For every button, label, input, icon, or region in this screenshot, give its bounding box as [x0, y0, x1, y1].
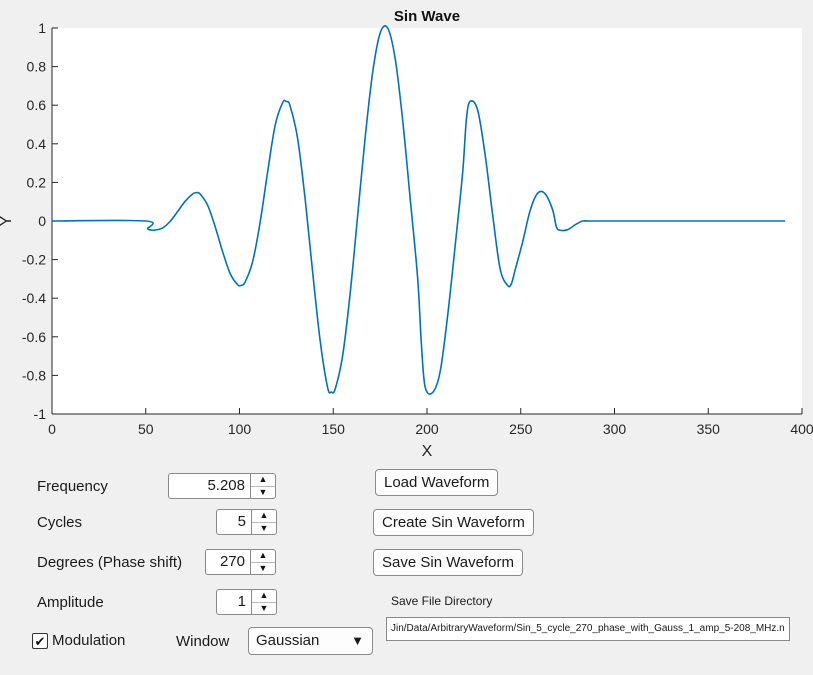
x-tick-label: 0 — [48, 421, 56, 437]
y-tick-label: -1 — [34, 406, 47, 422]
window-selected-value: Gaussian — [256, 632, 320, 649]
y-axis-label: Y — [0, 215, 15, 226]
frequency-label: Frequency — [37, 478, 108, 495]
spinner-up-icon[interactable]: ▲ — [251, 474, 275, 487]
cycles-label: Cycles — [37, 514, 83, 531]
save-directory-label: Save File Directory — [391, 594, 493, 608]
x-tick-label: 250 — [509, 421, 533, 437]
create-sin-waveform-button[interactable]: Create Sin Waveform — [373, 509, 534, 536]
spinner-up-icon[interactable]: ▲ — [252, 510, 276, 523]
modulation-checkbox[interactable]: ✔ — [32, 633, 48, 649]
amplitude-label: Amplitude — [37, 594, 104, 611]
window-label: Window — [176, 633, 230, 650]
modulation-label[interactable]: Modulation — [52, 632, 125, 649]
y-tick-label: 0.4 — [27, 136, 47, 152]
degrees-value[interactable]: 270 — [206, 550, 250, 574]
y-tick-label: 0 — [38, 213, 46, 229]
spinner-down-icon[interactable]: ▼ — [251, 487, 275, 499]
y-tick-label: 1 — [38, 20, 46, 36]
y-tick-label: -0.2 — [22, 252, 46, 268]
spinner-up-icon[interactable]: ▲ — [251, 550, 275, 563]
spinner-down-icon[interactable]: ▼ — [252, 603, 276, 615]
degrees-spinner[interactable]: 270 ▲ ▼ — [205, 549, 276, 575]
y-tick-label: -0.6 — [22, 329, 46, 345]
frequency-value[interactable]: 5.208 — [169, 474, 250, 498]
y-tick-label: 0.8 — [27, 59, 47, 75]
x-axis-label: X — [422, 443, 433, 460]
x-tick-label: 300 — [603, 421, 627, 437]
checkmark-icon: ✔ — [34, 633, 46, 649]
spinner-down-icon[interactable]: ▼ — [251, 563, 275, 575]
amplitude-value[interactable]: 1 — [217, 590, 251, 614]
x-tick-label: 400 — [790, 421, 813, 437]
y-tick-label: -0.8 — [22, 367, 46, 383]
degrees-label: Degrees (Phase shift) — [37, 554, 183, 571]
sin-wave-plot: 0 50 100 150 200 250 300 350 400 1 0.8 0.6 0.4 0.2 0 -0… — [0, 8, 813, 460]
spinner-down-icon[interactable]: ▼ — [252, 523, 276, 535]
y-tick-label: 0.6 — [27, 97, 47, 113]
spinner-up-icon[interactable]: ▲ — [252, 590, 276, 603]
x-tick-label: 200 — [415, 421, 439, 437]
y-tick-label: 0.2 — [27, 174, 47, 190]
x-tick-label: 350 — [697, 421, 721, 437]
x-tick-label: 100 — [228, 421, 252, 437]
x-tick-label: 150 — [322, 421, 346, 437]
frequency-spinner[interactable]: 5.208 ▲ ▼ — [168, 473, 276, 499]
load-waveform-button[interactable]: Load Waveform — [375, 469, 499, 496]
cycles-spinner[interactable]: 5 ▲ ▼ — [216, 509, 277, 535]
save-directory-field[interactable]: Jin/Data/ArbitraryWaveform/Sin_5_cycle_2… — [386, 617, 790, 641]
chart-title: Sin Wave — [394, 8, 460, 25]
save-sin-waveform-button[interactable]: Save Sin Waveform — [373, 549, 523, 576]
cycles-value[interactable]: 5 — [217, 510, 251, 534]
x-tick-label: 50 — [138, 421, 154, 437]
chevron-down-icon: ▼ — [351, 633, 364, 648]
window-dropdown[interactable]: Gaussian ▼ — [248, 627, 373, 655]
amplitude-spinner[interactable]: 1 ▲ ▼ — [216, 589, 277, 615]
y-tick-label: -0.4 — [22, 290, 46, 306]
